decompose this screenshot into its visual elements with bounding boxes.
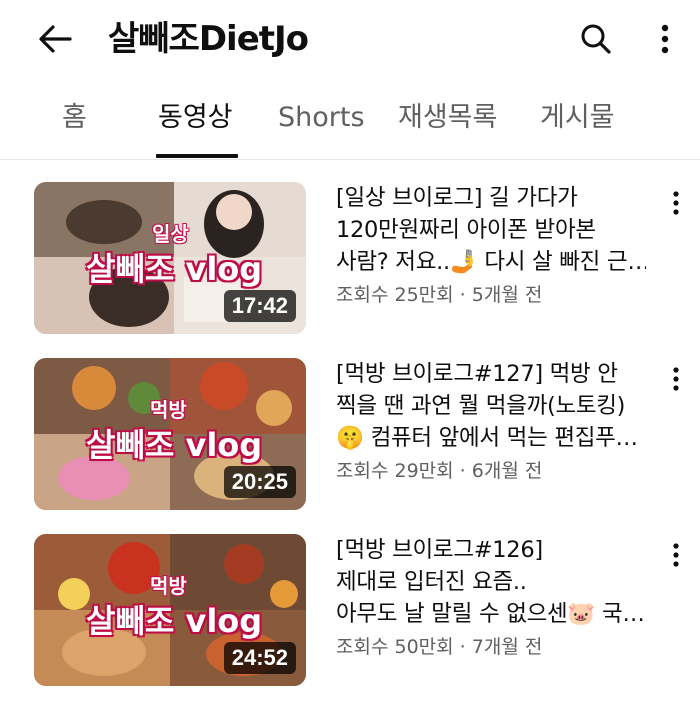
view-count: 조회수 50만회 — [336, 636, 454, 658]
thumbnail-main-text: 살빼조 vlog — [86, 602, 263, 640]
video-item[interactable]: 일상 살빼조 vlog 17:42 [일상 브이로그] 길 가다가 120만원짜… — [0, 182, 700, 338]
video-title-line: 제대로 입터진 요즘.. — [336, 569, 527, 595]
video-info: [먹방 브이로그#127] 먹방 안 찍을 땐 과연 뭘 먹을까(노토킹) 🤫 … — [336, 358, 646, 486]
active-tab-indicator — [156, 154, 238, 158]
video-item[interactable]: 먹방 살빼조 vlog 24:52 [먹방 브이로그#126] 제대로 입터진 … — [0, 534, 700, 690]
top-app-bar: 살빼조DietJo — [0, 0, 700, 80]
thumbnail-tag-text: 먹방 — [150, 398, 187, 422]
video-more-button[interactable] — [664, 540, 688, 570]
upload-age: 7개월 전 — [471, 636, 543, 658]
video-thumbnail[interactable]: 먹방 살빼조 vlog 20:25 — [34, 358, 306, 510]
tab-shorts[interactable]: Shorts — [278, 98, 365, 158]
more-vertical-icon — [673, 543, 679, 567]
thumbnail-tag-text: 일상 — [152, 222, 189, 246]
video-more-button[interactable] — [664, 364, 688, 394]
more-vertical-icon — [673, 191, 679, 215]
video-meta: 조회수 50만회 · 7개월 전 — [336, 632, 646, 662]
search-button[interactable] — [572, 16, 620, 62]
upload-age: 5개월 전 — [471, 284, 543, 306]
video-title-line: 찍을 땐 과연 뭘 먹을까(노토킹) — [336, 393, 626, 419]
search-icon — [581, 24, 611, 54]
tab-home[interactable]: 홈 — [62, 98, 87, 158]
video-meta: 조회수 29만회 · 6개월 전 — [336, 456, 646, 486]
tab-videos[interactable]: 동영상 — [158, 98, 233, 158]
tab-playlists[interactable]: 재생목록 — [398, 98, 497, 158]
more-vertical-icon — [673, 367, 679, 391]
video-item[interactable]: 먹방 살빼조 vlog 20:25 [먹방 브이로그#127] 먹방 안 찍을 … — [0, 358, 700, 514]
video-duration: 24:52 — [223, 642, 296, 674]
meta-separator: · — [453, 460, 472, 482]
video-title[interactable]: [일상 브이로그] 길 가다가 120만원짜리 아이폰 받아본 사람? 저요..… — [336, 182, 646, 278]
video-thumbnail[interactable]: 일상 살빼조 vlog 17:42 — [34, 182, 306, 334]
video-meta: 조회수 25만회 · 5개월 전 — [336, 280, 646, 310]
thumbnail-main-text: 살빼조 vlog — [86, 250, 263, 288]
thumbnail-main-text: 살빼조 vlog — [86, 426, 263, 464]
meta-separator: · — [453, 284, 472, 306]
video-title-line: [일상 브이로그] 길 가다가 — [336, 185, 578, 211]
view-count: 조회수 25만회 — [336, 284, 454, 306]
video-info: [먹방 브이로그#126] 제대로 입터진 요즘.. 아무도 날 말릴 수 없으… — [336, 534, 646, 662]
thumbnail-tag-text: 먹방 — [150, 574, 187, 598]
video-info: [일상 브이로그] 길 가다가 120만원짜리 아이폰 받아본 사람? 저요..… — [336, 182, 646, 310]
back-button[interactable] — [32, 18, 78, 60]
video-duration: 17:42 — [223, 290, 296, 322]
video-title[interactable]: [먹방 브이로그#127] 먹방 안 찍을 땐 과연 뭘 먹을까(노토킹) 🤫 … — [336, 358, 646, 454]
video-title-line: 120만원짜리 아이폰 받아본 — [336, 217, 596, 243]
view-count: 조회수 29만회 — [336, 460, 454, 482]
video-duration: 20:25 — [223, 466, 296, 498]
channel-title: 살빼조DietJo — [108, 19, 309, 59]
tab-posts[interactable]: 게시물 — [540, 98, 615, 158]
upload-age: 6개월 전 — [471, 460, 543, 482]
back-arrow-icon — [39, 25, 72, 53]
more-vertical-icon — [661, 24, 669, 54]
video-title[interactable]: [먹방 브이로그#126] 제대로 입터진 요즘.. 아무도 날 말릴 수 없으… — [336, 534, 646, 630]
meta-separator: · — [453, 636, 472, 658]
video-title-line: 사람? 저요..🤳 다시 살 빠진 근… — [336, 249, 646, 275]
video-title-line: [먹방 브이로그#126] — [336, 537, 543, 563]
video-title-line: 아무도 날 말릴 수 없으센🐷 국… — [336, 601, 645, 627]
channel-tabs: 홈 동영상 Shorts 재생목록 게시물 — [0, 86, 700, 160]
video-title-line: 🤫 컴퓨터 앞에서 먹는 편집푸… — [336, 425, 638, 451]
video-more-button[interactable] — [664, 188, 688, 218]
video-thumbnail[interactable]: 먹방 살빼조 vlog 24:52 — [34, 534, 306, 686]
video-title-line: [먹방 브이로그#127] 먹방 안 — [336, 361, 618, 387]
more-options-button[interactable] — [648, 16, 682, 62]
